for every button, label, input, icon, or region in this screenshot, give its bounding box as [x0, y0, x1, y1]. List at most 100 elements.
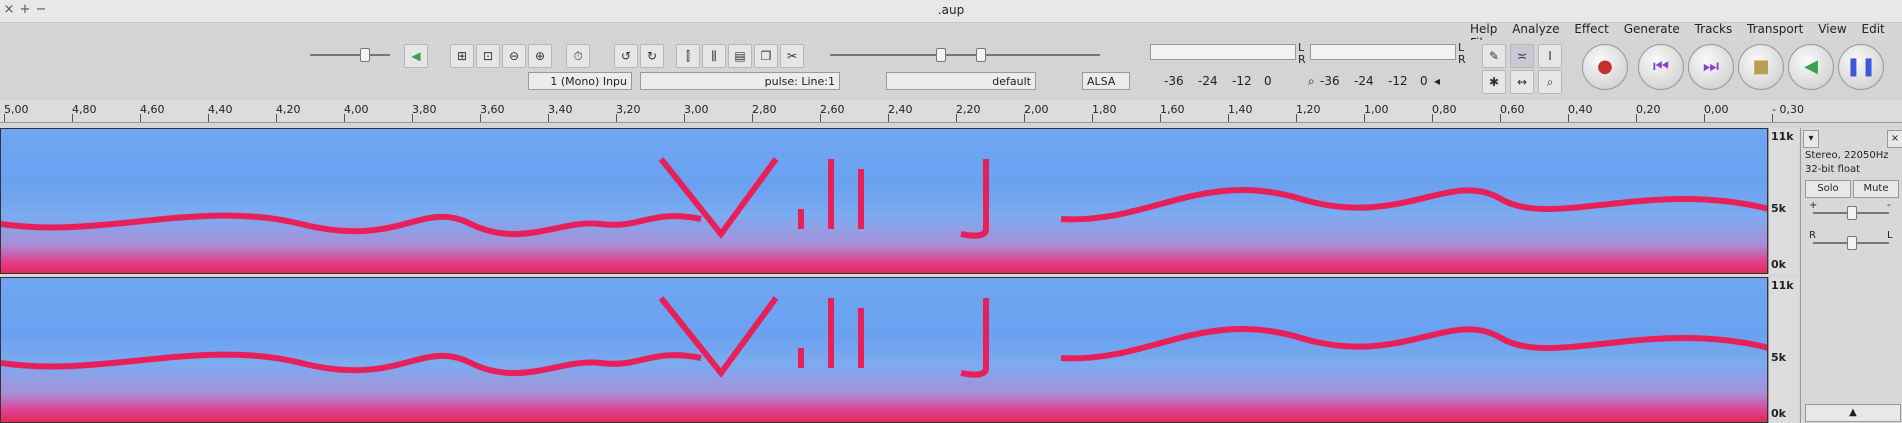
ruler-tick-label: 5,00: [4, 103, 29, 116]
skip-start-button[interactable]: ⏮: [1638, 44, 1684, 90]
timeshift-tool-button[interactable]: ↔: [1510, 70, 1534, 94]
menu-generate[interactable]: Generate: [1624, 22, 1680, 36]
menu-view[interactable]: View: [1818, 22, 1846, 36]
zoom-in-button[interactable]: ⊕: [528, 44, 552, 68]
ruler-tick-label: 4,80: [72, 103, 97, 116]
meter-tick-36: -36: [1320, 74, 1340, 88]
menu-edit[interactable]: Edit: [1862, 22, 1885, 36]
ruler-tick-label: 4,40: [208, 103, 233, 116]
sync-lock-button[interactable]: ⏱: [566, 44, 590, 68]
play-button[interactable]: ◀: [1788, 44, 1834, 90]
ruler-tick-mark: [616, 114, 617, 122]
ruler-tick-mark: [72, 114, 73, 122]
ruler-tick-mark: [888, 114, 889, 122]
scale-mid-label: 5k: [1771, 202, 1786, 215]
ruler-tick-mark: [276, 114, 277, 122]
ruler-tick-label: 4,20: [276, 103, 301, 116]
input-device-select[interactable]: pulse: Line:1: [640, 72, 840, 90]
vertical-scale-left[interactable]: 11k 5k 0k: [1768, 128, 1799, 274]
rec-meter-label: LR: [1298, 41, 1306, 66]
multi-tool-button[interactable]: ✱: [1482, 70, 1506, 94]
redo-button[interactable]: ↻: [640, 44, 664, 68]
fit-selection-button[interactable]: ⊡: [476, 44, 500, 68]
record-button[interactable]: ●: [1582, 44, 1628, 90]
ruler-tick-mark: [412, 114, 413, 122]
ruler-tick-label: 3,20: [616, 103, 641, 116]
mute-button[interactable]: Mute: [1853, 180, 1899, 198]
multi-tool-icon: ✱: [1488, 75, 1500, 89]
ruler-tick-mark: [1092, 114, 1093, 122]
undo-button[interactable]: ↺: [614, 44, 638, 68]
ruler-tick-label: 1,80: [1092, 103, 1117, 116]
meter-tick-0: 0: [1420, 74, 1428, 88]
ruler-tick-mark: [820, 114, 821, 122]
ruler-tick-label: 0,80: [1432, 103, 1457, 116]
zoom-out-button[interactable]: ⊖: [502, 44, 526, 68]
skip-end-button[interactable]: ⏭: [1688, 44, 1734, 90]
output-device-select[interactable]: default: [886, 72, 1036, 90]
draw-tool-button[interactable]: ✎: [1482, 44, 1506, 68]
menu-tracks[interactable]: Tracks: [1695, 22, 1733, 36]
envelope-tool-button[interactable]: ≍: [1510, 44, 1534, 68]
scale-bottom-label: 0k: [1771, 258, 1786, 271]
collapse-track-button[interactable]: ▲: [1805, 404, 1901, 422]
play-at-speed-button[interactable]: ◀: [404, 44, 428, 68]
pan-track-knob[interactable]: [1847, 236, 1857, 250]
ruler-tick-mark: [1500, 114, 1501, 122]
track-control-panel: × ▾ Stereo, 22050Hz 32-bit float Mute So…: [1800, 128, 1902, 423]
playback-meter[interactable]: [1310, 44, 1456, 60]
host-select[interactable]: ALSA: [1082, 72, 1130, 90]
ruler-tick-label: 2,20: [956, 103, 981, 116]
select-tool-icon: I: [1548, 49, 1552, 63]
gain-slider-knob[interactable]: [936, 48, 946, 62]
play-speed-knob[interactable]: [360, 48, 370, 62]
ruler-tick-mark: [1160, 114, 1161, 122]
mic-icon[interactable]: ⌕: [1308, 74, 1315, 89]
record-meter[interactable]: [1150, 44, 1296, 60]
play-speed-slider[interactable]: [310, 54, 390, 56]
ruler-tick-label: 0,20: [1636, 103, 1661, 116]
track-format-info: Stereo, 22050Hz: [1805, 150, 1889, 161]
menu-help[interactable]: Help: [1470, 22, 1497, 36]
ruler-tick-label: 1,40: [1228, 103, 1253, 116]
zoom-tool-button[interactable]: ⌕: [1538, 70, 1562, 94]
ruler-tick-mark: [956, 114, 957, 122]
pause-button[interactable]: ❚❚: [1838, 44, 1884, 90]
gain-plus: +: [1809, 200, 1818, 211]
menu-effect[interactable]: Effect: [1574, 22, 1609, 36]
stop-button[interactable]: ■: [1738, 44, 1784, 90]
paste-button[interactable]: ▤: [728, 44, 752, 68]
spectrogram-curve-right: [1, 296, 1767, 378]
menu-bar: Help Analyze Effect Generate Tracks Tran…: [1470, 22, 1902, 50]
spectrogram-channel-right[interactable]: [0, 277, 1768, 423]
speaker-icon[interactable]: ◂: [1434, 74, 1440, 88]
volume-slider-knob[interactable]: [976, 48, 986, 62]
meter-tick-12: -12: [1388, 74, 1408, 88]
track-close-button[interactable]: ×: [1887, 130, 1902, 148]
ruler-tick-mark: [684, 114, 685, 122]
ruler-tick-label: 3,60: [480, 103, 505, 116]
silence-button[interactable]: ⫼: [702, 44, 726, 68]
copy-button[interactable]: ❐: [754, 44, 778, 68]
gain-track-knob[interactable]: [1847, 206, 1857, 220]
menu-analyze[interactable]: Analyze: [1512, 22, 1559, 36]
solo-button[interactable]: Solo: [1805, 180, 1851, 198]
fit-project-button[interactable]: ⊞: [450, 44, 474, 68]
meter-tick-12b: -12: [1232, 74, 1252, 88]
track-menu-button[interactable]: ▾: [1803, 130, 1819, 148]
select-tool-button[interactable]: I: [1538, 44, 1562, 68]
scale-mid-label-2: 5k: [1771, 351, 1786, 364]
spectrogram-channel-left[interactable]: [0, 128, 1768, 274]
ruler-tick-mark: [208, 114, 209, 122]
gain-slider-track[interactable]: [830, 54, 1100, 56]
ruler-tick-label: 1,20: [1296, 103, 1321, 116]
ruler-tick-label: 1,00: [1364, 103, 1389, 116]
input-channels-select[interactable]: 1 (Mono) Inpu: [528, 72, 632, 90]
timeline-ruler[interactable]: 5,00 4,80 4,60 4,40 4,20 4,00 3,80 3,60 3,40 3,20…: [0, 100, 1902, 123]
trim-button[interactable]: ✂: [780, 44, 804, 68]
ruler-tick-mark: [480, 114, 481, 122]
split-button[interactable]: ⫿: [676, 44, 700, 68]
vertical-scale-right[interactable]: 11k 5k 0k: [1768, 277, 1799, 423]
menu-transport[interactable]: Transport: [1747, 22, 1803, 36]
ruler-tick-mark: [344, 114, 345, 122]
